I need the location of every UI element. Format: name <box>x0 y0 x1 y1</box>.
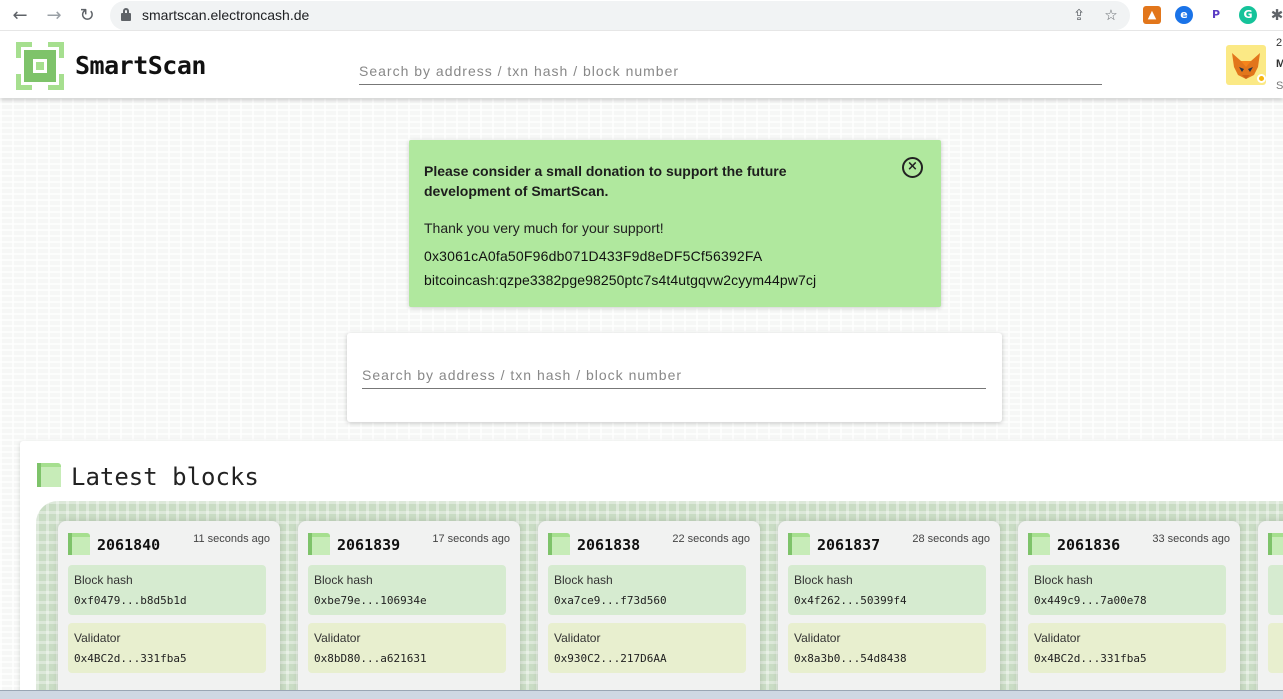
block-hash-label: Block hash <box>1034 573 1093 587</box>
validator-label: Validator <box>554 631 601 645</box>
validator-label: Validator <box>314 631 361 645</box>
validator-box: Validator 0x8bD80...a621631 <box>308 623 506 673</box>
block-age: 22 seconds ago <box>672 533 750 545</box>
validator-box: Validator 0x8a3b0...54d8438 <box>788 623 986 673</box>
donation-eth-address: 0x3061cA0fa50F96db071D433F9d8eDF5Cf56392… <box>424 248 763 264</box>
block-card[interactable]: 2061838 22 seconds ago Block hash 0xa7ce… <box>538 521 760 699</box>
extensions-puzzle-icon[interactable]: ✱ <box>1268 6 1283 24</box>
reload-icon[interactable]: ↻ <box>75 4 99 28</box>
validator-label: Validator <box>1034 631 1081 645</box>
header-search-input[interactable] <box>359 58 1102 85</box>
donation-message: Please consider a small donation to supp… <box>424 163 787 199</box>
block-cube-icon <box>548 533 570 555</box>
main-search-input[interactable] <box>362 361 986 389</box>
validator-value[interactable]: 0x4BC2d...331fba5 <box>74 652 187 665</box>
block-hash-box: Block hash 0x4f262...50399f4 <box>788 565 986 615</box>
block-hash-box: Block hash 0xa7ce9...f73d560 <box>548 565 746 615</box>
validator-value[interactable]: 0x8a3b0...54d8438 <box>794 652 907 665</box>
block-age: 33 seconds ago <box>1152 533 1230 545</box>
block-cube-icon <box>308 533 330 555</box>
validator-value[interactable]: 0x4BC2d...331fba5 <box>1034 652 1147 665</box>
url-text: smartscan.electroncash.de <box>142 7 310 23</box>
browser-toolbar: ← → ↻ smartscan.electroncash.de ⇪ ☆ ▲ e … <box>0 0 1283 31</box>
block-hash-value[interactable]: 0xf0479...b8d5b1d <box>74 594 187 607</box>
block-number[interactable]: 2061840 <box>97 536 160 554</box>
smartscan-logo-icon[interactable] <box>15 41 65 91</box>
page-body: SmartScan 2 M S Please consider a small … <box>0 31 1283 699</box>
block-hash-value[interactable]: 0xa7ce9...f73d560 <box>554 594 667 607</box>
address-bar[interactable]: smartscan.electroncash.de ⇪ ☆ <box>110 1 1130 30</box>
grammarly-extension-icon[interactable]: G <box>1239 6 1257 24</box>
block-cube-icon <box>68 533 90 555</box>
block-hash-box: Block hash 0xf0479...b8d5b1d <box>68 565 266 615</box>
block-number[interactable]: 2061837 <box>817 536 880 554</box>
block-hash-label: Block hash <box>554 573 613 587</box>
site-header: SmartScan 2 M S <box>0 31 1283 98</box>
donation-thanks: Thank you very much for your support! <box>424 220 664 236</box>
block-number[interactable]: 2061836 <box>1057 536 1120 554</box>
block-hash-value[interactable]: 0xbe79e...106934e <box>314 594 427 607</box>
bookmark-star-icon[interactable]: ☆ <box>1100 4 1122 26</box>
block-number[interactable]: 2061839 <box>337 536 400 554</box>
block-age: 17 seconds ago <box>432 533 510 545</box>
block-card[interactable]: 2061839 17 seconds ago Block hash 0xbe79… <box>298 521 520 699</box>
os-taskbar <box>0 690 1283 699</box>
block-card[interactable]: 2061836 33 seconds ago Block hash 0x449c… <box>1018 521 1240 699</box>
block-cube-icon <box>1268 533 1283 555</box>
donation-banner: Please consider a small donation to supp… <box>409 140 941 307</box>
status-dot <box>1257 74 1266 83</box>
block-hash-box: Block hash 0xbe79e...106934e <box>308 565 506 615</box>
extension-e-icon[interactable]: e <box>1175 6 1193 24</box>
block-age: 11 seconds ago <box>193 533 270 545</box>
donation-bch-address: bitcoincash:qzpe3382pge98250ptc7s4t4utgq… <box>424 272 817 288</box>
block-cube-icon <box>1028 533 1050 555</box>
validator-box <box>1268 623 1283 673</box>
validator-box: Validator 0x4BC2d...331fba5 <box>68 623 266 673</box>
share-icon[interactable]: ⇪ <box>1068 4 1090 26</box>
brand-name[interactable]: SmartScan <box>75 51 206 80</box>
block-hash-value[interactable]: 0x4f262...50399f4 <box>794 594 907 607</box>
block-hash-value[interactable]: 0x449c9...7a00e78 <box>1034 594 1147 607</box>
search-card <box>347 333 1002 422</box>
block-cube-icon <box>37 463 61 487</box>
block-hash-label: Block hash <box>74 573 133 587</box>
block-hash-box: Block hash 0x449c9...7a00e78 <box>1028 565 1226 615</box>
validator-box: Validator 0x4BC2d...331fba5 <box>1028 623 1226 673</box>
close-icon[interactable]: × <box>902 157 923 178</box>
block-hash-label: Block hash <box>314 573 373 587</box>
validator-label: Validator <box>794 631 841 645</box>
account-info-line2: M <box>1276 58 1283 70</box>
block-hash-box <box>1268 565 1283 615</box>
account-info-line1: 2 <box>1276 37 1283 49</box>
lock-icon <box>120 7 132 23</box>
block-hash-label: Block hash <box>794 573 853 587</box>
latest-blocks-title: Latest blocks <box>71 463 259 491</box>
extension-p-icon[interactable]: P <box>1207 6 1225 24</box>
forward-arrow-icon[interactable]: → <box>42 4 66 28</box>
block-card[interactable]: 2061837 28 seconds ago Block hash 0x4f26… <box>778 521 1000 699</box>
metamask-extension-icon[interactable]: ▲ <box>1143 6 1161 24</box>
validator-value[interactable]: 0x930C2...217D6AA <box>554 652 667 665</box>
validator-label: Validator <box>74 631 121 645</box>
block-age: 28 seconds ago <box>912 533 990 545</box>
validator-value[interactable]: 0x8bD80...a621631 <box>314 652 427 665</box>
back-arrow-icon[interactable]: ← <box>8 4 32 28</box>
block-cube-icon <box>788 533 810 555</box>
block-card-partial[interactable] <box>1258 521 1283 699</box>
block-number[interactable]: 2061838 <box>577 536 640 554</box>
block-card[interactable]: 2061840 11 seconds ago Block hash 0xf047… <box>58 521 280 699</box>
validator-box: Validator 0x930C2...217D6AA <box>548 623 746 673</box>
account-info-line3: S <box>1276 80 1283 92</box>
